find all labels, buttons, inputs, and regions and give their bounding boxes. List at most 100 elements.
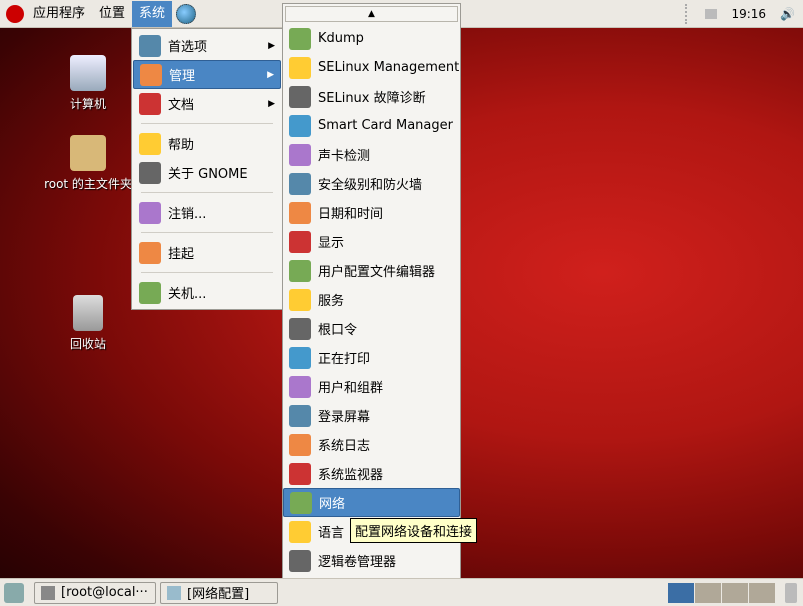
admin-tool-icon xyxy=(289,201,311,224)
menu-item-label: 用户配置文件编辑器 xyxy=(318,265,436,280)
desktop-icon-trash[interactable]: 回收站 xyxy=(43,295,133,352)
menu-item-label: Smart Card Manager xyxy=(318,118,453,133)
administration-menu: ▲ Kdump SELinux Management SELinux 故障诊断 Sma… xyxy=(282,3,461,604)
admin-tool-icon xyxy=(289,172,311,195)
menu-item-label: 服务 xyxy=(318,294,345,309)
admin-menu-item[interactable]: 登录屏幕 xyxy=(283,401,460,430)
show-desktop-icon[interactable] xyxy=(4,582,24,603)
menu-item-label: 系统日志 xyxy=(318,439,371,454)
admin-tool-icon xyxy=(289,433,311,456)
notification-icon[interactable] xyxy=(705,9,718,19)
menu-system[interactable]: 系统 xyxy=(132,0,173,27)
redhat-logo-icon[interactable] xyxy=(6,4,24,23)
admin-menu-item[interactable]: 安全级别和防火墙 xyxy=(283,169,460,198)
menu-item-label: 挂起 xyxy=(168,247,195,262)
admin-menu-item[interactable]: 根口令 xyxy=(283,314,460,343)
system-menu-item[interactable]: 帮助 xyxy=(133,129,281,158)
system-menu-item[interactable]: 注销... xyxy=(133,198,281,227)
menu-places[interactable]: 位置 xyxy=(92,1,132,27)
admin-menu-item[interactable]: 日期和时间 xyxy=(283,198,460,227)
menu-item-label: SELinux Management xyxy=(318,60,460,75)
desktop-icon-computer[interactable]: 计算机 xyxy=(43,55,133,112)
menu-applications[interactable]: 应用程序 xyxy=(26,1,92,27)
system-menu: 首选项 ▶ 管理 ▶ 文档 ▶ 帮助 关于 GNOME 注销... 挂起 关机... xyxy=(131,28,283,310)
admin-menu-item[interactable]: 用户配置文件编辑器 xyxy=(283,256,460,285)
admin-menu-item[interactable]: 网络 xyxy=(283,488,460,517)
admin-menu-item[interactable]: Kdump xyxy=(283,24,460,53)
admin-menu-item[interactable]: Smart Card Manager xyxy=(283,111,460,140)
admin-menu-item[interactable]: 声卡检测 xyxy=(283,140,460,169)
system-menu-item[interactable]: 关于 GNOME xyxy=(133,158,281,187)
admin-menu-item[interactable]: 系统监视器 xyxy=(283,459,460,488)
menu-item-label: 正在打印 xyxy=(318,352,371,367)
desktop-icon-label: 回收站 xyxy=(69,337,106,351)
system-menu-item[interactable]: 文档 ▶ xyxy=(133,89,281,118)
help-icon xyxy=(139,132,161,155)
admin-menu-item[interactable]: 用户和组群 xyxy=(283,372,460,401)
terminal-icon xyxy=(41,585,55,600)
admin-menu-item[interactable]: 系统日志 xyxy=(283,430,460,459)
menu-separator xyxy=(141,192,273,193)
admin-menu-item[interactable]: 服务 xyxy=(283,285,460,314)
workspace-1[interactable] xyxy=(668,583,694,603)
menu-item-label: 显示 xyxy=(318,236,345,251)
admin-menu-item[interactable]: 显示 xyxy=(283,227,460,256)
documentation-icon xyxy=(139,92,161,115)
admin-tool-icon xyxy=(289,404,311,427)
menu-item-label: 语言 xyxy=(318,526,345,541)
submenu-arrow-icon: ▶ xyxy=(268,98,275,109)
workspace-2[interactable] xyxy=(695,583,721,603)
system-menu-item[interactable]: 管理 ▶ xyxy=(133,60,281,89)
desktop-icon-home[interactable]: root 的主文件夹 xyxy=(38,135,138,192)
menu-separator xyxy=(141,123,273,124)
logout-icon xyxy=(139,201,161,224)
menu-item-label: 安全级别和防火墙 xyxy=(318,178,423,193)
admin-tool-icon xyxy=(289,85,311,108)
taskbar-button-terminal[interactable]: [root@local··· xyxy=(34,581,156,604)
preferences-icon xyxy=(139,34,161,57)
admin-tool-icon xyxy=(289,143,311,166)
admin-tool-icon xyxy=(289,317,311,340)
task-label: [root@local··· xyxy=(61,585,148,600)
menu-item-label: 网络 xyxy=(319,497,346,512)
menu-item-label: 用户和组群 xyxy=(318,381,384,396)
workspace-3[interactable] xyxy=(722,583,748,603)
admin-tool-icon xyxy=(289,56,311,79)
panel-handle-icon xyxy=(685,4,691,24)
scroll-up-button[interactable]: ▲ xyxy=(285,6,458,22)
trash-icon xyxy=(73,295,103,331)
menu-item-label: 登录屏幕 xyxy=(318,410,371,425)
bottom-panel: [root@local··· [网络配置] xyxy=(0,578,803,606)
network-config-icon xyxy=(167,585,181,600)
admin-menu-item[interactable]: 逻辑卷管理器 xyxy=(283,546,460,575)
system-menu-item[interactable]: 首选项 ▶ xyxy=(133,31,281,60)
admin-menu-item[interactable]: SELinux 故障诊断 xyxy=(283,82,460,111)
admin-tool-icon xyxy=(289,114,311,137)
workspace-4[interactable] xyxy=(749,583,775,603)
admin-tool-icon xyxy=(289,462,311,485)
menu-item-label: 声卡检测 xyxy=(318,149,371,164)
administration-icon xyxy=(140,63,162,86)
admin-tool-icon xyxy=(289,346,311,369)
admin-menu-item[interactable]: SELinux Management xyxy=(283,53,460,82)
tooltip: 配置网络设备和连接 xyxy=(350,518,478,543)
submenu-arrow-icon: ▶ xyxy=(267,69,274,80)
trash-applet-icon[interactable] xyxy=(785,583,797,603)
web-browser-launcher-icon[interactable] xyxy=(176,3,197,24)
menu-item-label: 首选项 xyxy=(168,40,208,55)
admin-menu-item[interactable]: 正在打印 xyxy=(283,343,460,372)
admin-tool-icon xyxy=(289,259,311,282)
clock[interactable]: 19:16 xyxy=(731,7,766,21)
menu-item-label: 关机... xyxy=(168,287,207,302)
system-menu-item[interactable]: 关机... xyxy=(133,278,281,307)
admin-tool-icon xyxy=(289,375,311,398)
system-menu-item[interactable]: 挂起 xyxy=(133,238,281,267)
suspend-icon xyxy=(139,241,161,264)
taskbar-button-network-config[interactable]: [网络配置] xyxy=(160,581,278,604)
menu-separator xyxy=(141,272,273,273)
volume-icon[interactable]: 🔊 xyxy=(780,7,795,21)
menu-item-label: 帮助 xyxy=(168,138,195,153)
menu-item-label: 管理 xyxy=(169,69,196,84)
desktop-icon-label: 计算机 xyxy=(69,97,106,111)
admin-tool-icon xyxy=(289,520,311,543)
